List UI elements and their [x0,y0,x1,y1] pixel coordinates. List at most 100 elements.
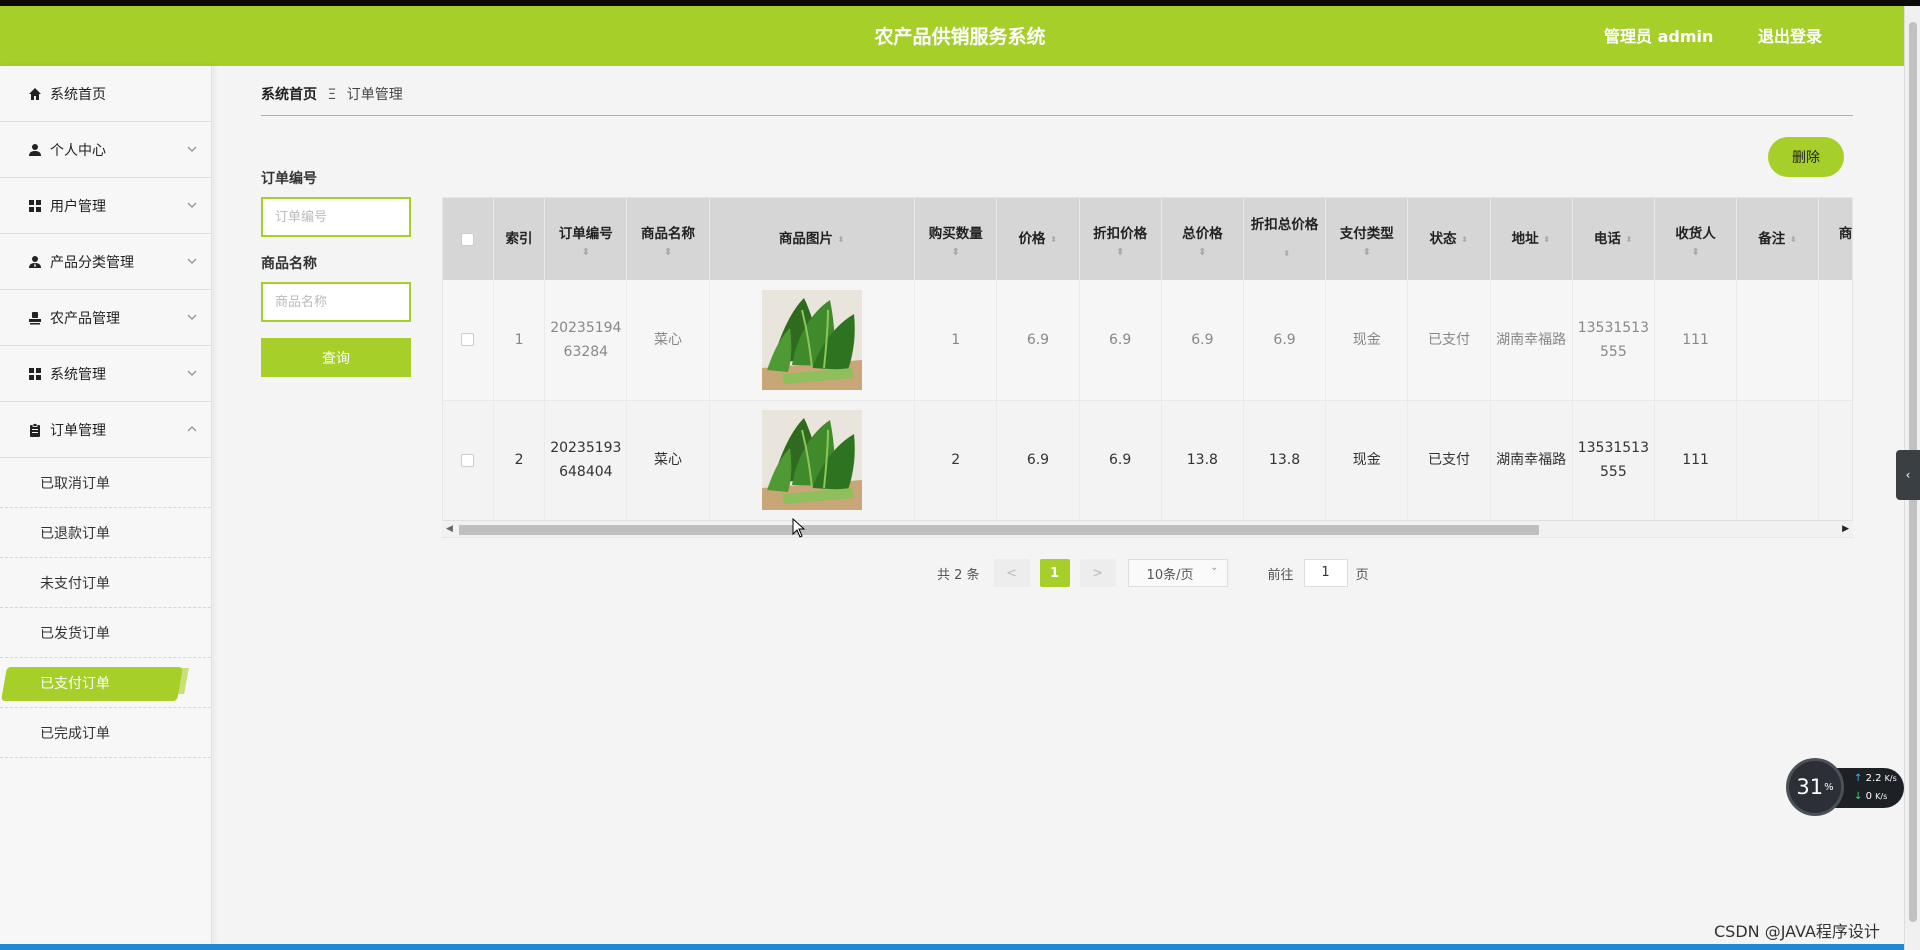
sidebar-subitem-shipped-orders[interactable]: 已发货订单 [0,608,211,658]
select-all-header[interactable] [443,198,494,280]
sidebar-item-system-management[interactable]: 系统管理 [0,346,211,402]
order-no-input[interactable] [261,197,411,237]
user-icon [26,141,44,159]
sort-icon[interactable]: ⬍ [1330,248,1403,258]
sidebar-item-personal-center[interactable]: 个人中心 [0,122,211,178]
sidebar-subitem-paid-orders[interactable]: 已支付订单 [0,658,211,708]
breadcrumb-home[interactable]: 系统首页 [261,87,317,103]
sidebar-item-user-management[interactable]: 用户管理 [0,178,211,234]
product-name-label: 商品名称 [261,256,317,272]
taskbar-strip [0,944,1904,950]
sidebar-item-order-management[interactable]: 订单管理 [0,402,211,458]
sort-icon[interactable]: ⬍ [1543,235,1551,243]
cell-quantity: 2 [914,400,998,521]
chevron-down-icon [187,198,197,214]
cell-status: 已支付 [1407,280,1491,401]
sidebar-subitem-unpaid-orders[interactable]: 未支付订单 [0,558,211,608]
table-header-row: 索引 订单编号 ⬍ 商品名称 ⬍ 商品图片 ⬍ 购买数量 ⬍ 价格 ⬍ 折扣价格 ⬍ 总价格… [443,198,1852,280]
home-icon [26,85,44,103]
sort-icon[interactable]: ⬍ [631,248,704,258]
sidebar-item-category-management[interactable]: 产品分类管理 [0,234,211,290]
column-header[interactable]: 折扣价格 ⬍ [1079,198,1162,280]
sort-icon[interactable]: ⬍ [1789,235,1797,243]
sort-icon[interactable]: ⬍ [1460,235,1468,243]
row-checkbox[interactable] [461,453,475,467]
table-row[interactable]: 1 2023519463284 菜心 1 6.9 6.9 6.9 6.9 现金 … [443,280,1852,401]
download-rate: ↓ 0 K/s [1854,791,1888,802]
sidebar-item-label: 系统管理 [50,366,106,383]
goto-page-input[interactable]: 1 [1303,559,1348,587]
cell-remark [1736,280,1820,401]
column-header[interactable]: 支付类型 ⬍ [1325,198,1409,280]
scroll-right-icon[interactable]: ▶ [1842,521,1849,538]
column-header[interactable]: 商品图片 ⬍ [709,198,916,280]
product-name-input[interactable] [261,282,411,322]
sort-icon[interactable]: ⬍ [549,248,622,258]
sidebar: 系统首页 个人中心 用户管理 产品分类管理 农产品管理 系统管理 订单管理 已取… [0,66,212,950]
column-header[interactable]: 收货人 ⬍ [1654,198,1738,280]
sidebar-subitem-completed-orders[interactable]: 已完成订单 [0,708,211,758]
cell-status: 已支付 [1407,400,1491,521]
download-arrow-icon: ↓ [1854,791,1863,802]
sort-icon[interactable]: ⬍ [1283,249,1291,257]
sort-icon[interactable]: ⬍ [1659,248,1732,258]
cell-category: 蔬菜 [1818,400,1852,521]
grid-icon [26,365,44,383]
sort-icon[interactable]: ⬍ [1049,235,1057,243]
page-number-current[interactable]: 1 [1039,559,1070,587]
upload-rate: ↑ 2.2 K/s [1854,773,1897,784]
sidebar-item-label: 系统首页 [50,86,106,103]
sort-icon[interactable]: ⬍ [837,235,845,243]
breadcrumb-divider [261,115,1853,116]
column-header[interactable]: 电话 ⬍ [1572,198,1655,280]
cell-address: 湖南幸福路 [1490,280,1573,401]
pagination-total: 共 2 条 [937,567,980,583]
horizontal-scrollbar-thumb[interactable] [459,525,1539,535]
row-checkbox[interactable] [461,333,475,347]
page-size-select[interactable]: 10条/页 ⌄ [1127,559,1228,587]
cell-phone: 13531513555 [1572,280,1655,401]
sidebar-subitem-refunded-orders[interactable]: 已退款订单 [0,508,211,558]
sort-icon[interactable]: ⬍ [1823,248,1852,258]
column-header[interactable]: 商品类型⬍ [1818,198,1852,280]
scroll-left-icon[interactable]: ◀ [446,521,453,538]
column-header: 索引 [493,198,546,280]
column-header[interactable]: 商品名称 ⬍ [626,198,710,280]
select-all-checkbox[interactable] [461,232,475,246]
cell-product-image [709,280,916,401]
column-header[interactable]: 价格 ⬍ [996,198,1080,280]
prev-page-button[interactable]: < [993,559,1030,587]
cell-discount-total: 6.9 [1243,280,1327,401]
sort-icon[interactable]: ⬍ [1166,248,1239,258]
chevron-up-icon [187,422,197,438]
side-collapse-tab[interactable]: ‹ [1896,450,1920,500]
query-button[interactable]: 查询 [261,338,411,377]
column-header[interactable]: 总价格 ⬍ [1161,198,1244,280]
sort-icon[interactable]: ⬍ [1084,248,1157,258]
sort-icon[interactable]: ⬍ [1625,235,1633,243]
logout-button[interactable]: 退出登录 [1758,6,1822,68]
cell-product-image [709,400,916,521]
sort-icon[interactable]: ⬍ [919,248,992,258]
order-no-label: 订单编号 [261,171,317,187]
cell-pay-type: 现金 [1325,280,1409,401]
sidebar-item-label: 订单管理 [50,422,106,439]
column-header[interactable]: 折扣总价格⬍ [1243,198,1327,280]
next-page-button[interactable]: > [1079,559,1116,587]
sidebar-item-product-management[interactable]: 农产品管理 [0,290,211,346]
sidebar-item-label: 农产品管理 [50,310,120,327]
network-monitor-widget[interactable]: 31% ↑ 2.2 K/s ↓ 0 K/s [1786,758,1904,816]
delete-button[interactable]: 删除 [1768,137,1844,177]
column-header[interactable]: 购买数量 ⬍ [914,198,998,280]
chevron-down-icon [187,310,197,326]
column-header[interactable]: 订单编号 ⬍ [544,198,628,280]
table-row[interactable]: 2 20235193648404 菜心 2 6.9 6.9 13.8 13.8 … [443,400,1852,521]
column-header[interactable]: 状态 ⬍ [1407,198,1491,280]
sidebar-item-home[interactable]: 系统首页 [0,66,211,122]
column-header[interactable]: 备注 ⬍ [1736,198,1820,280]
sidebar-subitem-cancelled-orders[interactable]: 已取消订单 [0,458,211,508]
cell-receiver: 111 [1654,280,1738,401]
cell-total: 13.8 [1161,400,1244,521]
table-horizontal-scrollbar[interactable]: ◀ ▶ [442,520,1853,537]
column-header[interactable]: 地址 ⬍ [1490,198,1573,280]
